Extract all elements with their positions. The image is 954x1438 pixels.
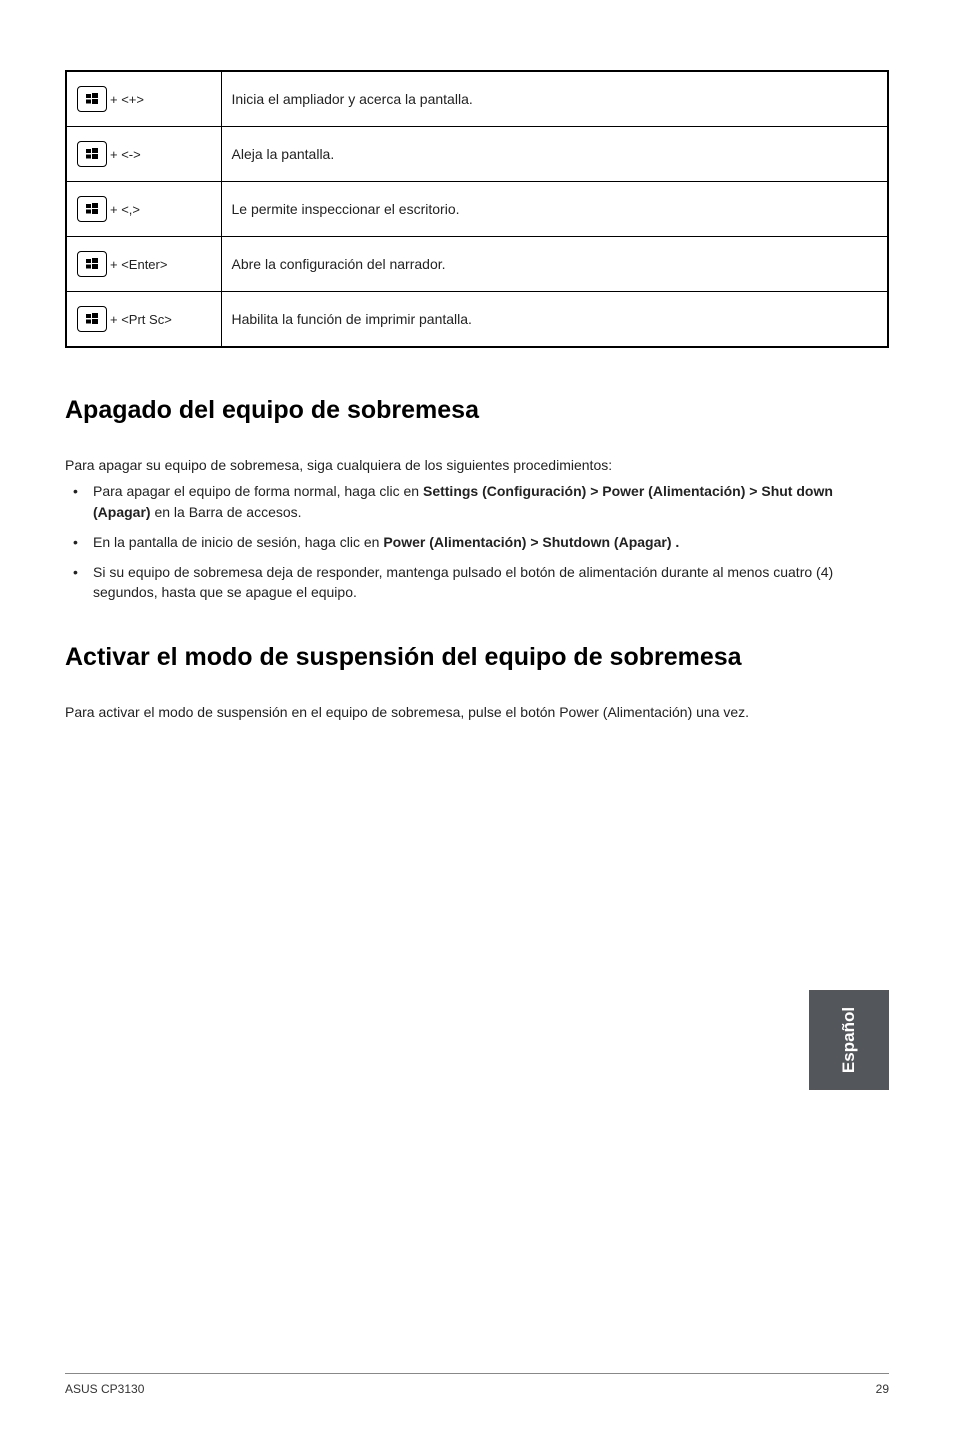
shortcut-description-cell: Aleja la pantalla. xyxy=(221,127,888,182)
bullet-post-text: en la Barra de accesos. xyxy=(151,504,302,520)
windows-key-icon xyxy=(77,141,107,167)
list-item: Si su equipo de sobremesa deja de respon… xyxy=(65,562,889,603)
shortcut-description-cell: Le permite inspeccionar el escritorio. xyxy=(221,182,888,237)
footer-page-number: 29 xyxy=(876,1382,889,1396)
windows-key-icon xyxy=(77,86,107,112)
list-item: Para apagar el equipo de forma normal, h… xyxy=(65,481,889,522)
shortcut-key-cell: + <-> xyxy=(66,127,221,182)
section1-intro: Para apagar su equipo de sobremesa, siga… xyxy=(65,455,889,475)
shortcut-key-cell: + <Enter> xyxy=(66,237,221,292)
section2-heading: Activar el modo de suspensión del equipo… xyxy=(65,643,889,672)
language-tab: Español xyxy=(809,990,889,1090)
shortcut-combo-text: + <,> xyxy=(110,202,140,217)
table-row: + <-> Aleja la pantalla. xyxy=(66,127,888,182)
table-row: + <Prt Sc> Habilita la función de imprimi… xyxy=(66,292,888,348)
table-row: + <,> Le permite inspeccionar el escritor… xyxy=(66,182,888,237)
shortcut-key-cell: + <,> xyxy=(66,182,221,237)
table-row: + <+> Inicia el ampliador y acerca la pan… xyxy=(66,71,888,127)
shortcut-description-cell: Abre la configuración del narrador. xyxy=(221,237,888,292)
list-item: En la pantalla de inicio de sesión, haga… xyxy=(65,532,889,552)
language-tab-label: Español xyxy=(839,1007,859,1073)
shortcut-table-body: + <+> Inicia el ampliador y acerca la pan… xyxy=(66,71,888,347)
shortcut-combo-text: + <Prt Sc> xyxy=(110,312,172,327)
windows-key-icon xyxy=(77,306,107,332)
shortcut-combo-text: + <Enter> xyxy=(110,257,167,272)
section1-heading: Apagado del equipo de sobremesa xyxy=(65,396,889,425)
shortcut-combo-text: + <+> xyxy=(110,92,144,107)
bullet-pre-text: Para apagar el equipo de forma normal, h… xyxy=(93,483,423,499)
shortcut-description-cell: Habilita la función de imprimir pantalla… xyxy=(221,292,888,348)
table-row: + <Enter> Abre la configuración del narra… xyxy=(66,237,888,292)
footer-product: ASUS CP3130 xyxy=(65,1382,144,1396)
windows-key-icon xyxy=(77,196,107,222)
bullet-pre-text: Si su equipo de sobremesa deja de respon… xyxy=(93,564,833,600)
windows-key-icon xyxy=(77,251,107,277)
bullet-bold-text: Power (Alimentación) > Shutdown (Apagar)… xyxy=(383,534,679,550)
bullet-pre-text: En la pantalla de inicio de sesión, haga… xyxy=(93,534,383,550)
section1-bullets: Para apagar el equipo de forma normal, h… xyxy=(65,481,889,602)
section2-body: Para activar el modo de suspensión en el… xyxy=(65,702,889,722)
page-footer: ASUS CP3130 29 xyxy=(65,1373,889,1396)
shortcut-table: + <+> Inicia el ampliador y acerca la pan… xyxy=(65,70,889,348)
shortcut-description-cell: Inicia el ampliador y acerca la pantalla… xyxy=(221,71,888,127)
shortcut-key-cell: + <+> xyxy=(66,71,221,127)
shortcut-combo-text: + <-> xyxy=(110,147,141,162)
shortcut-key-cell: + <Prt Sc> xyxy=(66,292,221,348)
